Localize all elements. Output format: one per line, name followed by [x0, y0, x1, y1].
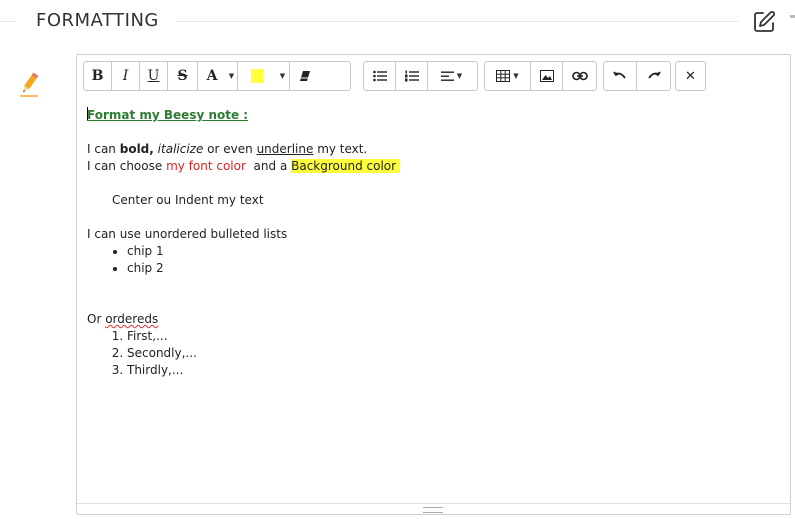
- caret-down-icon: ▼: [279, 72, 286, 80]
- header-divider-right: [176, 21, 738, 22]
- highlight-trailing-space: [396, 159, 400, 173]
- highlighted-text: Background color: [291, 159, 397, 173]
- toolbar-group-formatting: B I U S A ▼ ▼: [83, 61, 351, 91]
- redo-icon: [647, 71, 661, 79]
- text-segment: or even: [203, 142, 257, 156]
- unordered-list-intro: I can use unordered bulleted lists: [87, 227, 288, 241]
- list-item: Secondly,...: [127, 345, 777, 362]
- caret-down-icon: ▼: [228, 72, 235, 80]
- list-item: Thirdly,...: [127, 362, 777, 379]
- strikethrough-button[interactable]: S: [168, 62, 198, 90]
- list-item: chip 1: [127, 243, 777, 260]
- font-color-dropdown[interactable]: ▼: [226, 62, 238, 90]
- eraser-icon: [300, 71, 310, 81]
- table-dropdown[interactable]: ▼: [485, 62, 531, 90]
- clear-format-button[interactable]: [290, 62, 320, 90]
- background-color-dropdown[interactable]: ▼: [276, 62, 290, 90]
- ordered-list-intro: Or ordereds: [87, 311, 777, 328]
- scroll-edge-marker: [790, 15, 795, 18]
- unordered-list: chip 1 chip 2: [87, 243, 777, 277]
- link-icon: [571, 71, 588, 81]
- text-segment: Or: [87, 312, 106, 326]
- list-item: First,...: [127, 328, 777, 345]
- align-left-icon: [440, 71, 454, 81]
- formatting-line: I can bold, italicize or even underline …: [87, 141, 777, 158]
- insert-image-button[interactable]: [531, 62, 563, 90]
- color-line: I can choose my font color and a Backgro…: [87, 158, 777, 175]
- red-text: my font color: [166, 159, 246, 173]
- edit-icon[interactable]: [752, 10, 776, 34]
- section-header: FORMATTING: [0, 0, 795, 44]
- caret-down-icon: ▼: [456, 72, 463, 80]
- toolbar-group-history: [603, 61, 671, 91]
- note-title: Format my Beesy note :: [87, 108, 249, 122]
- highlight-swatch: [251, 69, 263, 83]
- bold-button[interactable]: B: [84, 62, 112, 90]
- editor-content[interactable]: Format my Beesy note : I can bold, itali…: [87, 107, 777, 379]
- list-item: chip 2: [127, 260, 777, 277]
- underline-button[interactable]: U: [140, 62, 168, 90]
- bulleted-list-icon: [372, 70, 387, 82]
- italic-text: italicize: [157, 142, 204, 156]
- ordered-list: First,... Secondly,... Thirdly,...: [87, 328, 777, 379]
- header-divider-left: [0, 21, 16, 22]
- bold-text: bold,: [119, 142, 154, 156]
- pencil-icon: [18, 72, 40, 98]
- undo-button[interactable]: [604, 62, 637, 90]
- font-color-button[interactable]: A: [198, 62, 226, 90]
- toolbar-group-insert: ▼: [484, 61, 597, 91]
- bulleted-list-button[interactable]: [364, 62, 396, 90]
- resize-handle[interactable]: [423, 507, 443, 513]
- image-icon: [539, 70, 554, 82]
- text-segment: my text.: [313, 142, 368, 156]
- toolbar-group-paragraph: ▼: [363, 61, 478, 91]
- text-segment: I can choose: [87, 159, 167, 173]
- table-icon: [496, 70, 511, 82]
- section-title: FORMATTING: [36, 10, 159, 31]
- indented-text: Center ou Indent my text: [112, 193, 264, 207]
- redo-button[interactable]: [637, 62, 670, 90]
- text-segment: and a: [245, 159, 292, 173]
- background-color-button[interactable]: [238, 62, 276, 90]
- editor-resize-bar: [77, 503, 790, 514]
- rich-text-editor[interactable]: B I U S A ▼ ▼ ▼ ▼ ✕ Format my Beesy note…: [76, 54, 791, 515]
- undo-icon: [613, 71, 626, 79]
- toolbar-group-close: ✕: [675, 61, 706, 91]
- alignment-dropdown[interactable]: ▼: [428, 62, 475, 90]
- close-icon[interactable]: ✕: [676, 62, 705, 90]
- insert-link-button[interactable]: [563, 62, 596, 90]
- underlined-text: underline: [256, 142, 314, 156]
- misspelled-word: ordereds: [105, 312, 159, 326]
- numbered-list-icon: [404, 70, 419, 82]
- numbered-list-button[interactable]: [396, 62, 428, 90]
- caret-down-icon: ▼: [513, 72, 519, 80]
- text-segment: I can: [87, 142, 120, 156]
- italic-button[interactable]: I: [112, 62, 140, 90]
